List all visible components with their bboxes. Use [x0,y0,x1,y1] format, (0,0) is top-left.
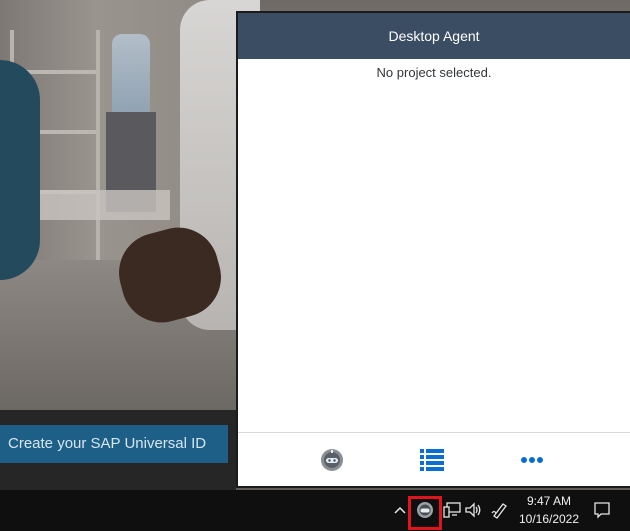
taskbar-clock[interactable]: 9:47 AM 10/16/2022 [512,492,586,528]
notifications-icon [594,502,610,519]
agent-body: No project selected. [238,59,630,434]
no-project-message: No project selected. [376,65,492,80]
background-table [40,190,170,220]
person-left [0,60,40,280]
agent-footer [238,432,630,486]
chevron-up-icon [394,506,406,514]
taskbar: 9:47 AM 10/16/2022 [0,490,630,531]
more-button[interactable] [518,446,546,474]
clock-date: 10/16/2022 [518,512,580,526]
volume-icon [465,502,481,518]
list-button[interactable] [418,446,446,474]
volume-button[interactable] [464,500,484,520]
agent-robot-icon [321,449,343,471]
agent-header: Desktop Agent [238,13,630,59]
action-center-button[interactable] [592,500,612,520]
agent-robot-button[interactable] [318,446,346,474]
list-icon [420,449,444,471]
create-sap-universal-id-button[interactable]: Create your SAP Universal ID [0,425,228,463]
desktop-agent-window: Desktop Agent No project selected. [236,11,630,488]
pen-icon [491,503,507,519]
agent-title: Desktop Agent [388,28,480,44]
pen-workspace-button[interactable] [490,500,510,520]
clock-time: 9:47 AM [526,494,572,508]
highlight-box [408,496,442,530]
network-icon [443,502,461,518]
water-bottle [112,34,150,114]
show-hidden-icons-button[interactable] [392,500,408,520]
network-button[interactable] [442,500,462,520]
more-icon [521,457,543,463]
